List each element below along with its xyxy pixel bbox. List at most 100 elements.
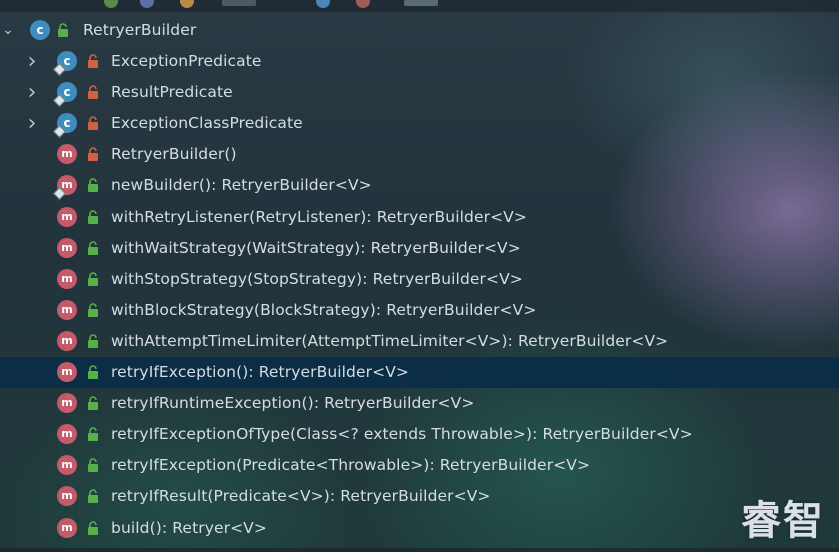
tree-root-row[interactable]: ⌄ c RetryerBuilder <box>0 15 839 46</box>
tree-row-label: retryIfException(): RetryerBuilder<V> <box>111 363 409 382</box>
private-lock-icon <box>87 54 99 69</box>
private-lock-icon <box>87 85 99 100</box>
tree-row-method[interactable]: m retryIfResult(Predicate<V>): RetryerBui… <box>0 481 839 512</box>
class-icon: c <box>30 20 50 40</box>
tree-row-label: build(): Retryer<V> <box>111 518 267 537</box>
structure-tree: ⌄ c RetryerBuilder › c ExceptionPredicate ›… <box>0 15 839 544</box>
tree-row-method[interactable]: m newBuilder(): RetryerBuilder<V> <box>0 170 839 201</box>
method-icon: m <box>57 144 77 165</box>
method-icon: m <box>57 268 77 289</box>
tree-row-label: RetryerBuilder() <box>111 145 237 164</box>
method-icon: m <box>57 362 77 383</box>
tree-row-inner-class[interactable]: › c ResultPredicate <box>0 77 839 108</box>
public-lock-icon <box>87 520 99 535</box>
method-icon: m <box>57 393 77 414</box>
kind-letter: m <box>61 209 73 223</box>
chevron-down-icon[interactable]: ⌄ <box>0 23 16 37</box>
tree-row-label: withRetryListener(RetryListener): Retrye… <box>111 207 527 226</box>
kind-letter: m <box>61 396 73 410</box>
method-icon: m <box>57 486 77 507</box>
tree-row-method[interactable]: m withStopStrategy(StopStrategy): Retryer… <box>0 264 839 295</box>
class-icon: c <box>53 51 77 76</box>
kind-letter: m <box>61 365 73 379</box>
public-lock-icon <box>87 489 99 504</box>
private-lock-icon <box>87 147 99 162</box>
class-icon: c <box>53 82 77 108</box>
kind-letter: c <box>63 54 71 69</box>
kind-letter: m <box>61 271 73 285</box>
kind-letter: c <box>63 85 71 100</box>
tree-row-label: ExceptionClassPredicate <box>111 114 303 133</box>
kind-letter: m <box>61 147 73 161</box>
tree-row-method[interactable]: m build(): Retryer<V> <box>0 513 839 544</box>
kind-letter: m <box>61 489 73 503</box>
kind-letter: m <box>61 240 73 254</box>
tree-row-method[interactable]: m withRetryListener(RetryListener): Retry… <box>0 202 839 233</box>
kind-letter: m <box>61 333 73 347</box>
tree-row-label: ExceptionPredicate <box>111 52 262 71</box>
chevron-right-icon[interactable]: › <box>24 113 40 135</box>
tree-row-label: withStopStrategy(StopStrategy): RetryerB… <box>111 269 523 288</box>
public-lock-icon <box>87 396 99 411</box>
top-toolbar <box>0 0 839 13</box>
public-lock-icon <box>87 178 99 193</box>
kind-letter: m <box>61 178 73 192</box>
kind-letter: m <box>61 458 73 472</box>
tree-row-label: ResultPredicate <box>111 83 233 102</box>
tree-row-method[interactable]: m retryIfExceptionOfType(Class<? extends … <box>0 419 839 450</box>
public-lock-icon <box>57 23 69 37</box>
kind-letter: m <box>61 302 73 316</box>
toolbar-button[interactable] <box>180 0 194 8</box>
tree-row-label: retryIfResult(Predicate<V>): RetryerBuil… <box>111 487 491 506</box>
tree-row-label: withAttemptTimeLimiter(AttemptTimeLimite… <box>111 331 669 350</box>
tree-row-method[interactable]: m RetryerBuilder() <box>0 139 839 170</box>
tree-row-method[interactable]: m retryIfException(Predicate<Throwable>):… <box>0 450 839 481</box>
chevron-right-icon[interactable]: › <box>24 51 40 73</box>
chevron-right-icon[interactable]: › <box>24 82 40 104</box>
method-icon: m <box>57 206 77 227</box>
toolbar-button[interactable] <box>140 0 154 8</box>
method-icon: m <box>57 517 77 538</box>
kind-letter: m <box>61 427 73 441</box>
method-icon: m <box>57 299 77 320</box>
tree-row-label: newBuilder(): RetryerBuilder<V> <box>111 176 372 195</box>
tree-root-label: RetryerBuilder <box>83 21 197 39</box>
public-lock-icon <box>87 365 99 380</box>
toolbar-button[interactable] <box>356 0 370 8</box>
tree-row-label: retryIfExceptionOfType(Class<? extends T… <box>111 425 693 444</box>
method-icon: m <box>57 424 77 445</box>
tree-row-label: retryIfException(Predicate<Throwable>): … <box>111 456 591 475</box>
tree-row-label: withBlockStrategy(BlockStrategy): Retrye… <box>111 300 537 319</box>
private-lock-icon <box>87 116 99 131</box>
public-lock-icon <box>87 334 99 348</box>
kind-letter: m <box>61 520 73 534</box>
tree-row-label: retryIfRuntimeException(): RetryerBuilde… <box>111 394 475 413</box>
class-icon: c <box>53 113 77 139</box>
tree-row-inner-class[interactable]: › c ExceptionClassPredicate <box>0 108 839 139</box>
tree-row-method[interactable]: m withAttemptTimeLimiter(AttemptTimeLimit… <box>0 326 839 357</box>
toolbar-button[interactable] <box>404 0 438 6</box>
kind-letter: c <box>63 116 71 131</box>
toolbar-button[interactable] <box>104 0 118 8</box>
watermark-logo: 睿智 <box>741 498 825 544</box>
tree-row-method[interactable]: m retryIfException(): RetryerBuilder<V> <box>0 357 839 389</box>
method-icon: m <box>57 330 77 351</box>
bottom-edge <box>0 548 839 552</box>
tree-row-method[interactable]: m retryIfRuntimeException(): RetryerBuild… <box>0 388 839 419</box>
tree-row-inner-class[interactable]: › c ExceptionPredicate <box>0 46 839 77</box>
method-icon: m <box>57 237 77 258</box>
toolbar-button[interactable] <box>316 0 330 8</box>
public-lock-icon <box>87 427 99 442</box>
toolbar-button[interactable] <box>222 0 256 6</box>
tree-row-method[interactable]: m withBlockStrategy(BlockStrategy): Retry… <box>0 295 839 326</box>
public-lock-icon <box>87 209 99 224</box>
method-icon: m <box>57 455 77 476</box>
class-icon-letter: c <box>36 23 44 37</box>
public-lock-icon <box>87 272 99 286</box>
public-lock-icon <box>87 240 99 255</box>
tree-row-label: withWaitStrategy(WaitStrategy): RetryerB… <box>111 238 521 257</box>
public-lock-icon <box>87 303 99 317</box>
tree-row-method[interactable]: m withWaitStrategy(WaitStrategy): Retryer… <box>0 233 839 264</box>
method-icon: m <box>53 175 77 201</box>
public-lock-icon <box>87 458 99 473</box>
